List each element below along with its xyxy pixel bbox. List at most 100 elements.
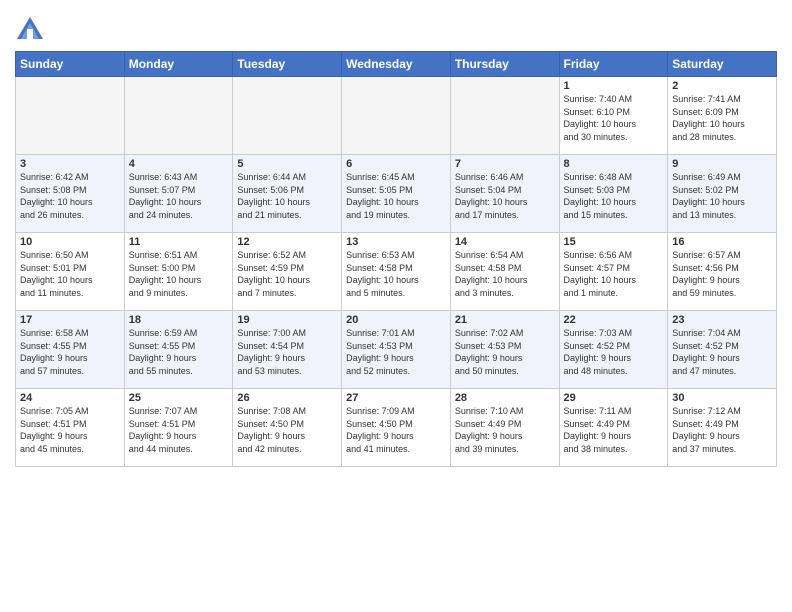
calendar-cell: 10Sunrise: 6:50 AM Sunset: 5:01 PM Dayli… — [16, 233, 125, 311]
day-number: 25 — [129, 392, 229, 404]
day-number: 6 — [346, 158, 446, 170]
day-number: 18 — [129, 314, 229, 326]
day-info: Sunrise: 7:05 AM Sunset: 4:51 PM Dayligh… — [20, 405, 120, 455]
day-number: 21 — [455, 314, 555, 326]
week-row-5: 24Sunrise: 7:05 AM Sunset: 4:51 PM Dayli… — [16, 389, 777, 467]
day-info: Sunrise: 7:02 AM Sunset: 4:53 PM Dayligh… — [455, 327, 555, 377]
day-number: 11 — [129, 236, 229, 248]
calendar-cell: 23Sunrise: 7:04 AM Sunset: 4:52 PM Dayli… — [668, 311, 777, 389]
day-info: Sunrise: 6:50 AM Sunset: 5:01 PM Dayligh… — [20, 249, 120, 299]
day-info: Sunrise: 6:49 AM Sunset: 5:02 PM Dayligh… — [672, 171, 772, 221]
day-number: 7 — [455, 158, 555, 170]
logo-icon — [15, 15, 45, 43]
day-number: 3 — [20, 158, 120, 170]
calendar-cell: 19Sunrise: 7:00 AM Sunset: 4:54 PM Dayli… — [233, 311, 342, 389]
calendar-cell: 22Sunrise: 7:03 AM Sunset: 4:52 PM Dayli… — [559, 311, 668, 389]
day-info: Sunrise: 6:43 AM Sunset: 5:07 PM Dayligh… — [129, 171, 229, 221]
calendar-cell: 20Sunrise: 7:01 AM Sunset: 4:53 PM Dayli… — [342, 311, 451, 389]
calendar-cell: 18Sunrise: 6:59 AM Sunset: 4:55 PM Dayli… — [124, 311, 233, 389]
day-number: 16 — [672, 236, 772, 248]
calendar-cell: 26Sunrise: 7:08 AM Sunset: 4:50 PM Dayli… — [233, 389, 342, 467]
calendar-cell: 12Sunrise: 6:52 AM Sunset: 4:59 PM Dayli… — [233, 233, 342, 311]
calendar-cell: 15Sunrise: 6:56 AM Sunset: 4:57 PM Dayli… — [559, 233, 668, 311]
day-number: 28 — [455, 392, 555, 404]
calendar-cell: 21Sunrise: 7:02 AM Sunset: 4:53 PM Dayli… — [450, 311, 559, 389]
calendar-cell: 2Sunrise: 7:41 AM Sunset: 6:09 PM Daylig… — [668, 77, 777, 155]
day-info: Sunrise: 7:12 AM Sunset: 4:49 PM Dayligh… — [672, 405, 772, 455]
day-info: Sunrise: 7:10 AM Sunset: 4:49 PM Dayligh… — [455, 405, 555, 455]
calendar-cell — [342, 77, 451, 155]
day-number: 10 — [20, 236, 120, 248]
day-info: Sunrise: 7:40 AM Sunset: 6:10 PM Dayligh… — [564, 93, 664, 143]
page-container: SundayMondayTuesdayWednesdayThursdayFrid… — [0, 0, 792, 472]
day-info: Sunrise: 7:08 AM Sunset: 4:50 PM Dayligh… — [237, 405, 337, 455]
week-row-2: 3Sunrise: 6:42 AM Sunset: 5:08 PM Daylig… — [16, 155, 777, 233]
calendar-cell: 9Sunrise: 6:49 AM Sunset: 5:02 PM Daylig… — [668, 155, 777, 233]
day-info: Sunrise: 6:54 AM Sunset: 4:58 PM Dayligh… — [455, 249, 555, 299]
day-info: Sunrise: 7:07 AM Sunset: 4:51 PM Dayligh… — [129, 405, 229, 455]
day-info: Sunrise: 6:52 AM Sunset: 4:59 PM Dayligh… — [237, 249, 337, 299]
calendar-cell: 14Sunrise: 6:54 AM Sunset: 4:58 PM Dayli… — [450, 233, 559, 311]
day-info: Sunrise: 6:46 AM Sunset: 5:04 PM Dayligh… — [455, 171, 555, 221]
day-info: Sunrise: 7:00 AM Sunset: 4:54 PM Dayligh… — [237, 327, 337, 377]
weekday-header-thursday: Thursday — [450, 52, 559, 77]
day-info: Sunrise: 7:03 AM Sunset: 4:52 PM Dayligh… — [564, 327, 664, 377]
day-info: Sunrise: 7:01 AM Sunset: 4:53 PM Dayligh… — [346, 327, 446, 377]
calendar-cell: 7Sunrise: 6:46 AM Sunset: 5:04 PM Daylig… — [450, 155, 559, 233]
weekday-header-row: SundayMondayTuesdayWednesdayThursdayFrid… — [16, 52, 777, 77]
day-info: Sunrise: 7:11 AM Sunset: 4:49 PM Dayligh… — [564, 405, 664, 455]
weekday-header-wednesday: Wednesday — [342, 52, 451, 77]
calendar-cell: 8Sunrise: 6:48 AM Sunset: 5:03 PM Daylig… — [559, 155, 668, 233]
calendar-cell: 27Sunrise: 7:09 AM Sunset: 4:50 PM Dayli… — [342, 389, 451, 467]
day-info: Sunrise: 7:41 AM Sunset: 6:09 PM Dayligh… — [672, 93, 772, 143]
day-number: 26 — [237, 392, 337, 404]
day-number: 9 — [672, 158, 772, 170]
calendar-cell: 11Sunrise: 6:51 AM Sunset: 5:00 PM Dayli… — [124, 233, 233, 311]
day-number: 20 — [346, 314, 446, 326]
calendar-cell: 5Sunrise: 6:44 AM Sunset: 5:06 PM Daylig… — [233, 155, 342, 233]
calendar-cell: 4Sunrise: 6:43 AM Sunset: 5:07 PM Daylig… — [124, 155, 233, 233]
week-row-3: 10Sunrise: 6:50 AM Sunset: 5:01 PM Dayli… — [16, 233, 777, 311]
day-info: Sunrise: 6:51 AM Sunset: 5:00 PM Dayligh… — [129, 249, 229, 299]
calendar-cell: 6Sunrise: 6:45 AM Sunset: 5:05 PM Daylig… — [342, 155, 451, 233]
calendar-cell: 28Sunrise: 7:10 AM Sunset: 4:49 PM Dayli… — [450, 389, 559, 467]
calendar-cell: 24Sunrise: 7:05 AM Sunset: 4:51 PM Dayli… — [16, 389, 125, 467]
day-info: Sunrise: 6:59 AM Sunset: 4:55 PM Dayligh… — [129, 327, 229, 377]
day-number: 19 — [237, 314, 337, 326]
calendar-table: SundayMondayTuesdayWednesdayThursdayFrid… — [15, 51, 777, 467]
day-info: Sunrise: 6:48 AM Sunset: 5:03 PM Dayligh… — [564, 171, 664, 221]
day-number: 14 — [455, 236, 555, 248]
logo — [15, 15, 47, 43]
day-number: 29 — [564, 392, 664, 404]
day-info: Sunrise: 7:09 AM Sunset: 4:50 PM Dayligh… — [346, 405, 446, 455]
day-number: 15 — [564, 236, 664, 248]
day-number: 12 — [237, 236, 337, 248]
day-number: 5 — [237, 158, 337, 170]
day-number: 24 — [20, 392, 120, 404]
day-number: 1 — [564, 80, 664, 92]
calendar-cell: 3Sunrise: 6:42 AM Sunset: 5:08 PM Daylig… — [16, 155, 125, 233]
weekday-header-sunday: Sunday — [16, 52, 125, 77]
calendar-cell — [450, 77, 559, 155]
calendar-cell: 30Sunrise: 7:12 AM Sunset: 4:49 PM Dayli… — [668, 389, 777, 467]
day-number: 4 — [129, 158, 229, 170]
header — [15, 10, 777, 43]
week-row-4: 17Sunrise: 6:58 AM Sunset: 4:55 PM Dayli… — [16, 311, 777, 389]
weekday-header-monday: Monday — [124, 52, 233, 77]
day-number: 22 — [564, 314, 664, 326]
week-row-1: 1Sunrise: 7:40 AM Sunset: 6:10 PM Daylig… — [16, 77, 777, 155]
calendar-cell: 25Sunrise: 7:07 AM Sunset: 4:51 PM Dayli… — [124, 389, 233, 467]
calendar-cell — [124, 77, 233, 155]
weekday-header-tuesday: Tuesday — [233, 52, 342, 77]
day-number: 8 — [564, 158, 664, 170]
weekday-header-saturday: Saturday — [668, 52, 777, 77]
day-info: Sunrise: 6:57 AM Sunset: 4:56 PM Dayligh… — [672, 249, 772, 299]
calendar-cell — [16, 77, 125, 155]
day-number: 2 — [672, 80, 772, 92]
day-info: Sunrise: 7:04 AM Sunset: 4:52 PM Dayligh… — [672, 327, 772, 377]
calendar-cell: 17Sunrise: 6:58 AM Sunset: 4:55 PM Dayli… — [16, 311, 125, 389]
day-info: Sunrise: 6:45 AM Sunset: 5:05 PM Dayligh… — [346, 171, 446, 221]
day-info: Sunrise: 6:53 AM Sunset: 4:58 PM Dayligh… — [346, 249, 446, 299]
day-info: Sunrise: 6:42 AM Sunset: 5:08 PM Dayligh… — [20, 171, 120, 221]
day-number: 30 — [672, 392, 772, 404]
